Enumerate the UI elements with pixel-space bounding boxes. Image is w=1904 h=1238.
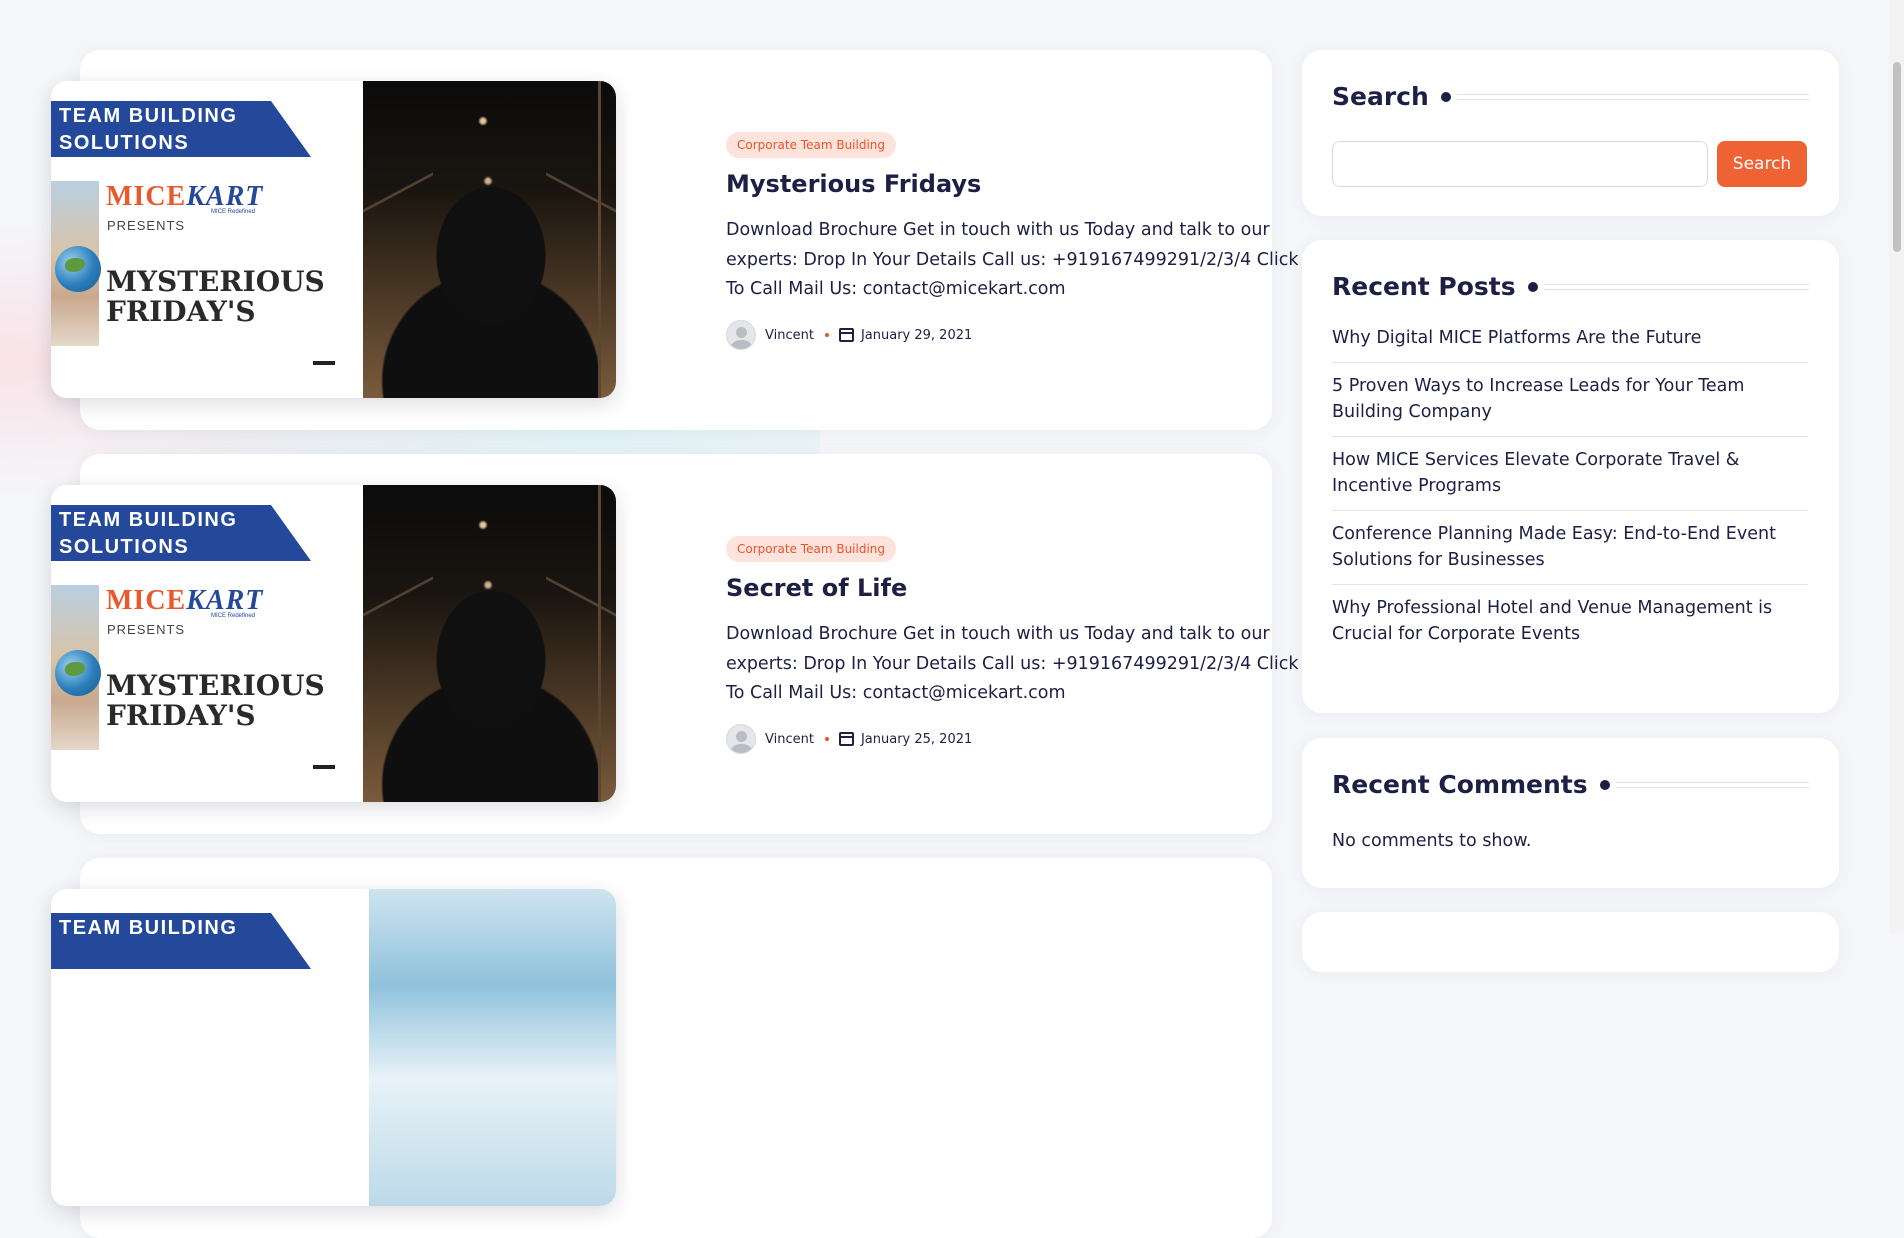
- promo-headline: MYSTERIOUS FRIDAY'S: [106, 265, 325, 328]
- post-thumbnail[interactable]: TEAM BUILDING: [51, 889, 616, 1206]
- post-thumbnail[interactable]: TEAM BUILDING SOLUTIONS MICEKART MICE Re…: [51, 81, 616, 398]
- promo-dash: [313, 361, 335, 365]
- promo-banner: TEAM BUILDING SOLUTIONS: [51, 101, 311, 157]
- hooded-figure-photo: [363, 485, 616, 802]
- post-author[interactable]: Vincent: [765, 328, 814, 343]
- promo-presents: PRESENTS: [107, 622, 186, 637]
- post-card: TEAM BUILDING: [51, 858, 1272, 1238]
- recent-posts-list: Why Digital MICE Platforms Are the Futur…: [1332, 315, 1808, 658]
- promo-graphic: TEAM BUILDING: [51, 889, 363, 1206]
- avatar[interactable]: [726, 320, 756, 350]
- post-thumbnail[interactable]: TEAM BUILDING SOLUTIONS MICEKART MICE Re…: [51, 485, 616, 802]
- post-title[interactable]: Secret of Life: [726, 574, 907, 602]
- recent-post-link[interactable]: 5 Proven Ways to Increase Leads for Your…: [1332, 363, 1808, 437]
- recent-post-link[interactable]: Conference Planning Made Easy: End-to-En…: [1332, 511, 1808, 585]
- window-blinds-photo: [369, 889, 616, 1206]
- post-date[interactable]: January 29, 2021: [861, 328, 972, 343]
- recent-post-link[interactable]: How MICE Services Elevate Corporate Trav…: [1332, 437, 1808, 511]
- post-title[interactable]: Mysterious Fridays: [726, 170, 981, 198]
- no-comments-text: No comments to show.: [1332, 831, 1532, 851]
- promo-dash: [313, 765, 335, 769]
- category-badge[interactable]: Corporate Team Building: [726, 132, 897, 158]
- post-excerpt: Download Brochure Get in touch with us T…: [726, 220, 1299, 299]
- recent-comments-widget: Recent Comments No comments to show.: [1302, 738, 1839, 888]
- search-button[interactable]: Search: [1717, 141, 1807, 187]
- avatar[interactable]: [726, 724, 756, 754]
- search-input[interactable]: [1332, 141, 1708, 187]
- recent-post-link[interactable]: Why Professional Hotel and Venue Managem…: [1332, 585, 1808, 658]
- widget-title: Search: [1332, 82, 1809, 111]
- promo-banner: TEAM BUILDING SOLUTIONS: [51, 505, 311, 561]
- category-badge[interactable]: Corporate Team Building: [726, 536, 897, 562]
- promo-headline: MYSTERIOUS FRIDAY'S: [106, 669, 325, 732]
- post-meta: Vincent January 25, 2021: [726, 724, 972, 754]
- logo-tagline: MICE Redefined: [211, 613, 256, 619]
- promo-banner: TEAM BUILDING: [51, 913, 311, 969]
- calendar-icon: [838, 732, 854, 746]
- meta-separator: [824, 737, 829, 741]
- meta-separator: [824, 333, 829, 337]
- next-widget: [1302, 912, 1839, 972]
- scrollbar-thumb[interactable]: [1893, 62, 1901, 252]
- post-author[interactable]: Vincent: [765, 732, 814, 747]
- globe-icon: [55, 650, 101, 696]
- post-excerpt: Download Brochure Get in touch with us T…: [726, 624, 1299, 703]
- post-meta: Vincent January 29, 2021: [726, 320, 972, 350]
- calendar-icon: [838, 328, 854, 342]
- search-widget: Search Search: [1302, 50, 1839, 216]
- post-card: TEAM BUILDING SOLUTIONS MICEKART MICE Re…: [51, 454, 1298, 834]
- title-ornament: [1440, 91, 1451, 102]
- title-ornament: [1599, 779, 1610, 790]
- widget-title: Recent Posts: [1332, 272, 1809, 301]
- post-date[interactable]: January 25, 2021: [861, 732, 972, 747]
- hooded-figure-photo: [363, 81, 616, 398]
- recent-posts-widget: Recent Posts Why Digital MICE Platforms …: [1302, 240, 1839, 713]
- promo-presents: PRESENTS: [107, 218, 186, 233]
- promo-graphic: TEAM BUILDING SOLUTIONS MICEKART MICE Re…: [51, 485, 363, 802]
- post-card: TEAM BUILDING SOLUTIONS MICEKART MICE Re…: [51, 50, 1298, 430]
- promo-graphic: TEAM BUILDING SOLUTIONS MICEKART MICE Re…: [51, 81, 363, 398]
- title-ornament: [1527, 281, 1538, 292]
- page-scrollbar[interactable]: [1889, 0, 1904, 933]
- recent-post-link[interactable]: Why Digital MICE Platforms Are the Futur…: [1332, 315, 1808, 363]
- globe-icon: [55, 246, 101, 292]
- logo-tagline: MICE Redefined: [211, 209, 256, 215]
- widget-title: Recent Comments: [1332, 770, 1809, 799]
